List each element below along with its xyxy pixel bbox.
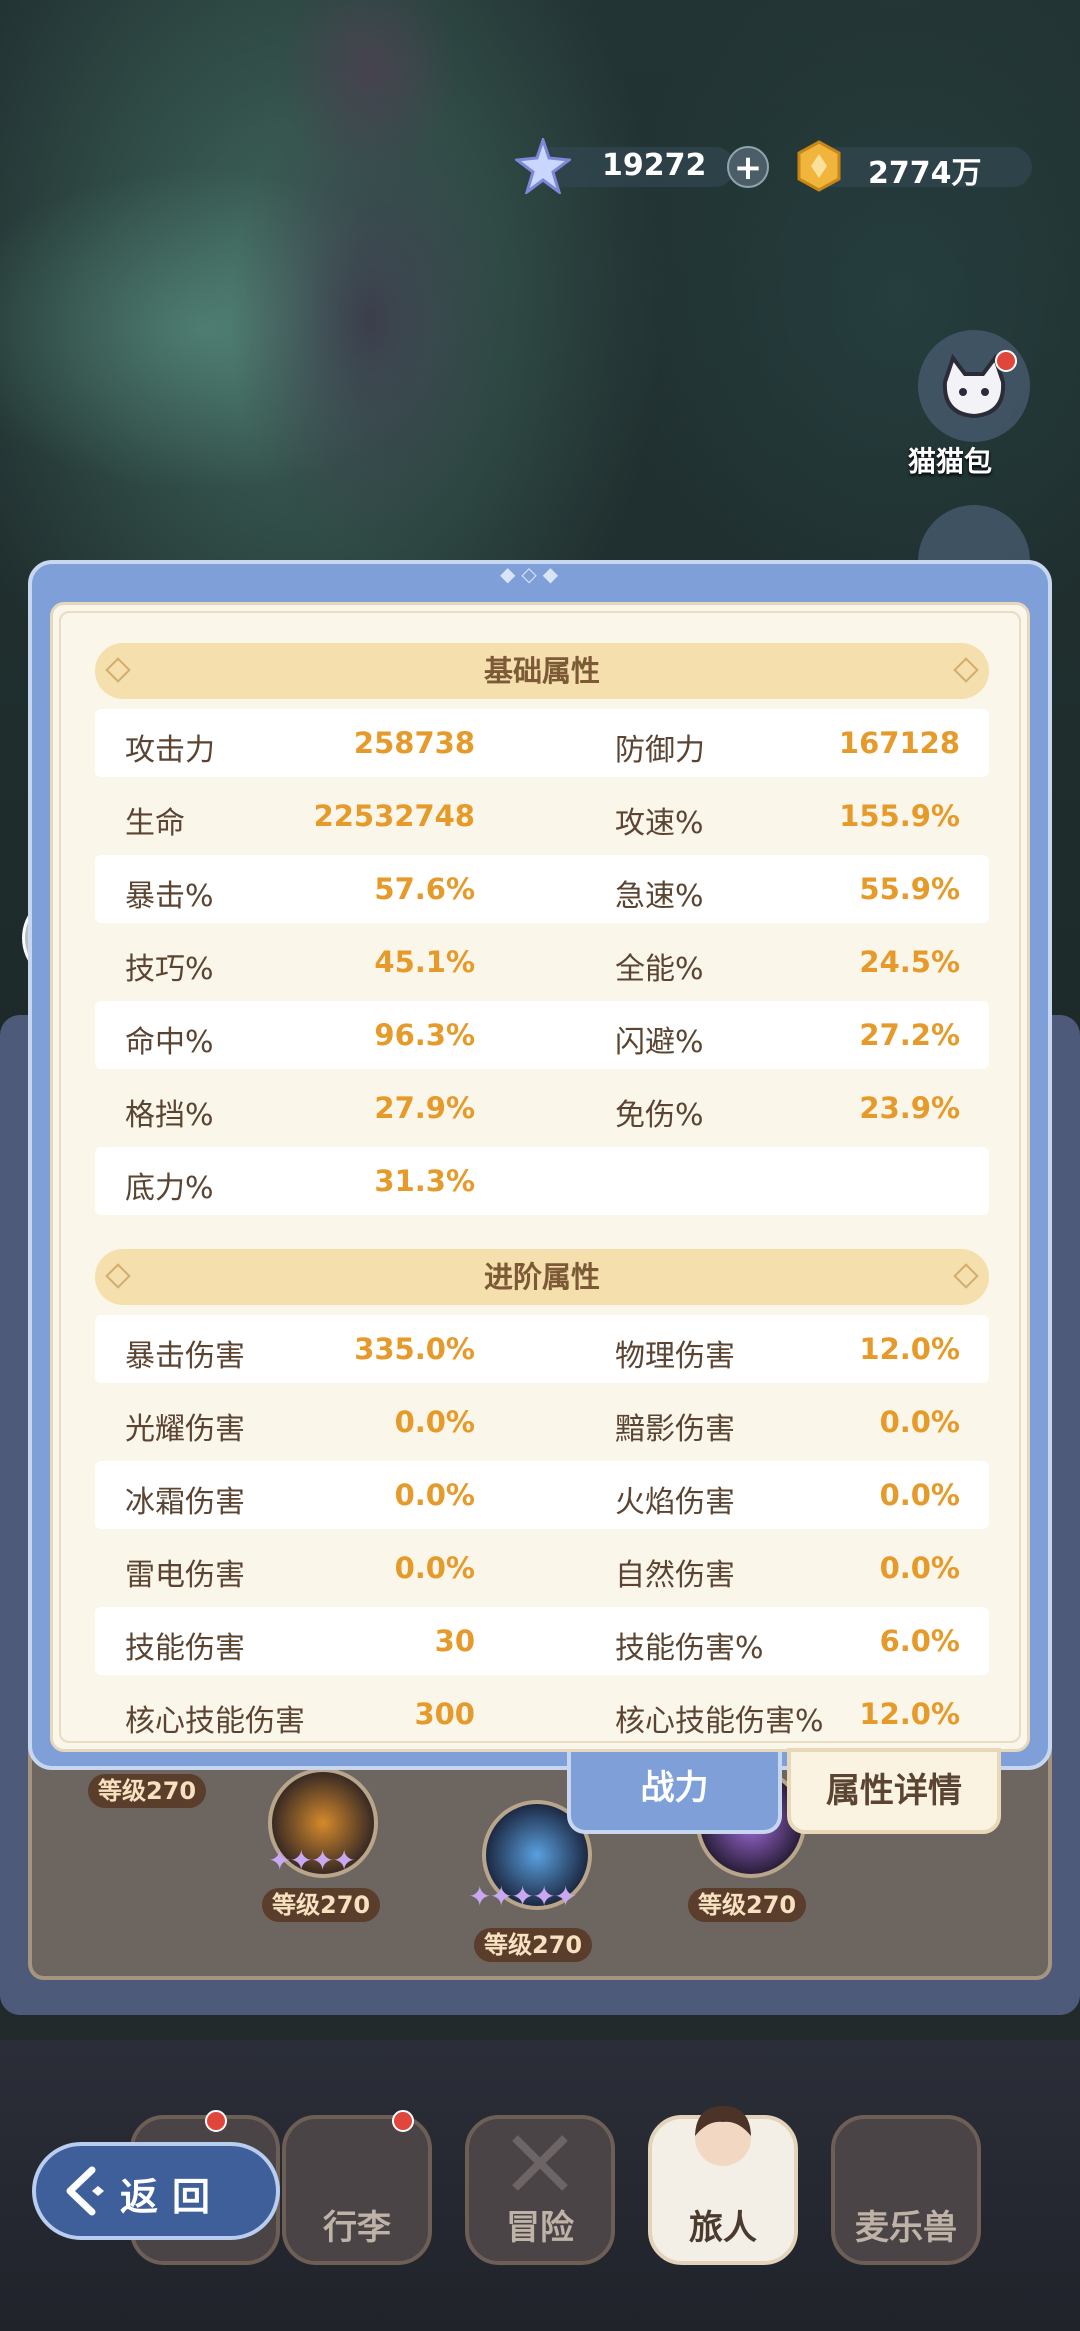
attribute-value: 96.3%: [374, 1018, 475, 1052]
gold-amount: 2774万: [868, 156, 982, 191]
attribute-value: 27.9%: [374, 1091, 475, 1125]
skill-level-label: 等级270: [474, 1928, 593, 1962]
attribute-label: 免伤%: [615, 1098, 704, 1133]
character-art: [190, 0, 520, 540]
advanced-attributes-title: 进阶属性: [483, 1260, 600, 1294]
attribute-row: 生命 22532748 攻速% 155.9%: [95, 782, 989, 850]
skill-level-label: 等级270: [262, 1888, 381, 1922]
attribute-value: 6.0%: [879, 1624, 960, 1658]
tab-power[interactable]: 战力: [567, 1752, 782, 1834]
attribute-label: 雷电伤害: [125, 1558, 245, 1593]
attribute-row: 核心技能伤害 300 核心技能伤害% 12.0%: [95, 1680, 989, 1748]
attribute-value: 12.0%: [859, 1332, 960, 1366]
attribute-row: 技能伤害 30 技能伤害% 6.0%: [95, 1607, 989, 1675]
attribute-row: 命中% 96.3% 闪避% 27.2%: [95, 1001, 989, 1069]
attribute-value: 31.3%: [374, 1164, 475, 1198]
nav-label-adventure: 冒险: [506, 2208, 574, 2248]
attribute-value: 0.0%: [394, 1551, 475, 1585]
attribute-label: 火焰伤害: [615, 1485, 735, 1520]
basic-attributes-header: 基础属性: [95, 643, 989, 699]
attribute-value: 167128: [838, 726, 960, 760]
header-diamond-icon: [105, 1263, 131, 1289]
attribute-row: 雷电伤害 0.0% 自然伤害 0.0%: [95, 1534, 989, 1602]
skill-level-label: 等级270: [88, 1774, 207, 1808]
skill-level-label: 等级270: [688, 1888, 807, 1922]
attribute-label: 暴击%: [125, 879, 214, 914]
attribute-value: 24.5%: [859, 945, 960, 979]
nav-label-luggage: 行李: [323, 2208, 391, 2248]
attribute-label: 格挡%: [125, 1098, 214, 1133]
back-arrow-icon: [66, 2166, 104, 2216]
attribute-value: 0.0%: [394, 1405, 475, 1439]
basic-attributes-title: 基础属性: [483, 654, 600, 688]
dialog-ornament: ◆◇◆: [500, 562, 565, 586]
diamond-star-icon: [515, 138, 571, 194]
attribute-label: 底力%: [125, 1171, 214, 1206]
gold-coin-icon: [797, 140, 841, 192]
attribute-value: 0.0%: [394, 1478, 475, 1512]
attribute-value: 0.0%: [879, 1551, 960, 1585]
attribute-value: 0.0%: [879, 1478, 960, 1512]
attribute-value: 57.6%: [374, 872, 475, 906]
notification-dot: [995, 350, 1017, 372]
crossed-swords-icon: [512, 2135, 568, 2191]
attribute-label: 暴击伤害: [125, 1339, 245, 1374]
attribute-value: 155.9%: [839, 799, 960, 833]
attribute-label: 自然伤害: [615, 1558, 735, 1593]
diamond-amount: 19272: [602, 148, 707, 183]
attribute-label: 技巧%: [125, 952, 214, 987]
attribute-value: 45.1%: [374, 945, 475, 979]
attribute-row: 攻击力 258738 防御力 167128: [95, 709, 989, 777]
attribute-value: 300: [414, 1697, 475, 1731]
attribute-details-panel[interactable]: 基础属性 攻击力 258738 防御力 167128 生命 22532748 攻速% 155.…: [50, 602, 1030, 1752]
notification-dot: [392, 2110, 414, 2132]
back-label: 返回: [120, 2175, 225, 2219]
attribute-row: 光耀伤害 0.0% 黯影伤害 0.0%: [95, 1388, 989, 1456]
attribute-label: 闪避%: [615, 1025, 704, 1060]
attribute-value: 22532748: [313, 799, 475, 833]
tab-attribute-details[interactable]: 属性详情: [787, 1748, 1001, 1834]
attribute-label: 急速%: [615, 879, 704, 914]
skill-stars: ✦✦✦✦✦: [468, 1880, 577, 1913]
attribute-row: 冰霜伤害 0.0% 火焰伤害 0.0%: [95, 1461, 989, 1529]
attribute-value: 0.0%: [879, 1405, 960, 1439]
attribute-row: 暴击伤害 335.0% 物理伤害 12.0%: [95, 1315, 989, 1383]
attribute-label: 黯影伤害: [615, 1412, 735, 1447]
attribute-value: 335.0%: [354, 1332, 475, 1366]
attribute-row: 格挡% 27.9% 免伤% 23.9%: [95, 1074, 989, 1142]
attribute-label: 生命: [125, 806, 185, 841]
skill-stars: ✦✦✦✦: [268, 1844, 356, 1877]
attribute-label: 物理伤害: [615, 1339, 735, 1374]
cat-bag-label: 猫猫包: [908, 445, 993, 478]
attribute-label: 全能%: [615, 952, 704, 987]
notification-dot: [205, 2110, 227, 2132]
traveler-avatar-icon: [695, 2106, 751, 2166]
attribute-label: 冰霜伤害: [125, 1485, 245, 1520]
attribute-label: 技能伤害: [125, 1631, 245, 1666]
add-diamond-button[interactable]: +: [727, 146, 769, 188]
header-diamond-icon: [105, 657, 131, 683]
attribute-label: 光耀伤害: [125, 1412, 245, 1447]
advanced-attributes-header: 进阶属性: [95, 1249, 989, 1305]
attribute-row: 底力% 31.3%: [95, 1147, 989, 1215]
attribute-value: 258738: [353, 726, 475, 760]
attribute-label: 攻击力: [125, 733, 215, 768]
nav-label-pet: 麦乐兽: [855, 2208, 957, 2248]
attribute-value: 23.9%: [859, 1091, 960, 1125]
attribute-row: 暴击% 57.6% 急速% 55.9%: [95, 855, 989, 923]
header-diamond-icon: [953, 1263, 979, 1289]
attribute-label: 攻速%: [615, 806, 704, 841]
attribute-row: 技巧% 45.1% 全能% 24.5%: [95, 928, 989, 996]
attribute-value: 12.0%: [859, 1697, 960, 1731]
attribute-label: 防御力: [615, 733, 705, 768]
attribute-value: 55.9%: [859, 872, 960, 906]
nav-label-traveler: 旅人: [689, 2208, 757, 2248]
header-diamond-icon: [953, 657, 979, 683]
attribute-value: 30: [434, 1624, 475, 1658]
attribute-value: 27.2%: [859, 1018, 960, 1052]
attribute-label: 命中%: [125, 1025, 214, 1060]
